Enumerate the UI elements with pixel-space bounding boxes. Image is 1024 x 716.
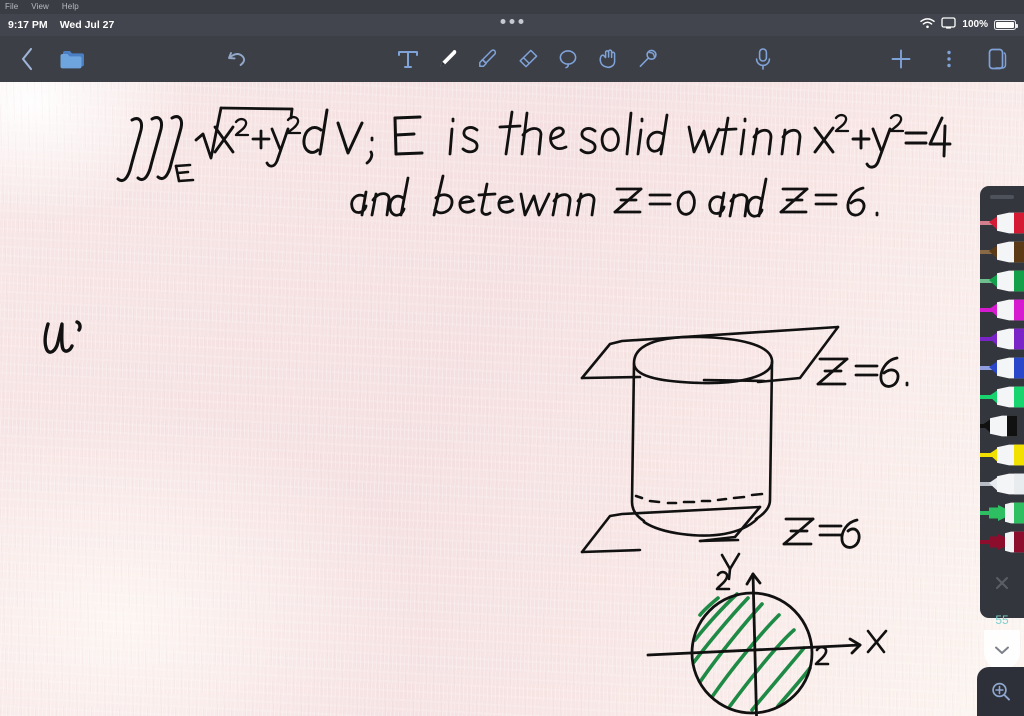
- more-button[interactable]: [934, 43, 964, 75]
- handle-dot: [500, 19, 506, 24]
- text-tool[interactable]: [393, 43, 423, 75]
- hand-tool[interactable]: [593, 43, 623, 75]
- highlighter-darkred[interactable]: [980, 527, 1024, 556]
- handwritten-ink-layer: [0, 82, 1024, 716]
- pages-button[interactable]: [982, 43, 1012, 75]
- multitask-handle[interactable]: [500, 19, 524, 24]
- handle-dot: [509, 19, 515, 24]
- os-menu-bar: File View Help: [0, 0, 1024, 14]
- status-time: 9:17 PM: [8, 18, 48, 31]
- toolbar-undo-group: [222, 36, 252, 82]
- record-audio-button[interactable]: [748, 43, 778, 75]
- back-button[interactable]: [12, 43, 42, 75]
- notability-app-window: File View Help 9:17 PM Wed Jul 27 100% 5…: [0, 0, 1024, 716]
- pen-black[interactable]: [980, 411, 1024, 440]
- pen-list: [980, 208, 1024, 556]
- toolbar-tools-group: [393, 36, 663, 82]
- lasso-tool[interactable]: [553, 43, 583, 75]
- menu-help[interactable]: Help: [62, 3, 79, 11]
- add-button[interactable]: [886, 43, 916, 75]
- note-canvas[interactable]: ∭ₑ √(x²+y²) dV; E is the solid within x²…: [0, 82, 1024, 716]
- close-palette-button[interactable]: [991, 572, 1013, 594]
- battery-fill: [996, 22, 1014, 28]
- battery-icon: [994, 20, 1018, 30]
- pen-springgreen[interactable]: [980, 382, 1024, 411]
- eraser-tool[interactable]: [513, 43, 543, 75]
- pen-body: [989, 385, 1024, 409]
- pen-body: [989, 501, 1024, 525]
- pen-tool[interactable]: [433, 43, 463, 75]
- pen-body: [989, 530, 1024, 554]
- highlighter-green[interactable]: [980, 498, 1024, 527]
- pen-green[interactable]: [980, 266, 1024, 295]
- collapse-palette-button[interactable]: [984, 630, 1020, 670]
- wifi-icon: [920, 16, 936, 34]
- menu-view[interactable]: View: [31, 3, 49, 11]
- note-library-button[interactable]: [58, 43, 88, 75]
- battery-percent: 100%: [962, 19, 988, 30]
- zoom-in-icon: [991, 682, 1010, 701]
- pen-white[interactable]: [980, 469, 1024, 498]
- pen-magenta[interactable]: [980, 295, 1024, 324]
- pen-brown[interactable]: [980, 237, 1024, 266]
- ipad-status-bar: 9:17 PM Wed Jul 27 100%: [0, 14, 1024, 36]
- status-right-group: 100%: [920, 14, 1018, 36]
- pen-yellow[interactable]: [980, 440, 1024, 469]
- pen-palette[interactable]: [980, 186, 1024, 618]
- pen-body: [989, 240, 1024, 264]
- toolbar-left-group: [12, 36, 88, 82]
- highlighter-tool[interactable]: [473, 43, 503, 75]
- status-left-group: 9:17 PM Wed Jul 27: [8, 14, 114, 36]
- toolbar-mic-group: [748, 36, 778, 82]
- pen-purple[interactable]: [980, 324, 1024, 353]
- pen-blue[interactable]: [980, 353, 1024, 382]
- pen-crimson[interactable]: [980, 208, 1024, 237]
- app-toolbar: [0, 36, 1024, 82]
- pen-body: [989, 298, 1024, 322]
- undo-button[interactable]: [222, 43, 252, 75]
- pen-body: [989, 472, 1024, 496]
- menu-file[interactable]: File: [5, 3, 18, 11]
- handle-dot: [518, 19, 524, 24]
- pen-body: [989, 211, 1024, 235]
- pen-body: [982, 414, 1017, 438]
- status-date: Wed Jul 27: [59, 18, 115, 31]
- laser-tool[interactable]: [633, 43, 663, 75]
- pen-body: [989, 356, 1024, 380]
- pen-body: [989, 327, 1024, 351]
- zoom-button[interactable]: [977, 667, 1024, 716]
- toolbar-right-group: [886, 36, 1012, 82]
- chevron-down-icon: [995, 646, 1009, 654]
- palette-drag-handle[interactable]: [990, 195, 1014, 199]
- palette-count: 55: [995, 613, 1009, 627]
- pen-body: [989, 443, 1024, 467]
- screen-mirror-icon: [941, 16, 957, 34]
- pen-body: [989, 269, 1024, 293]
